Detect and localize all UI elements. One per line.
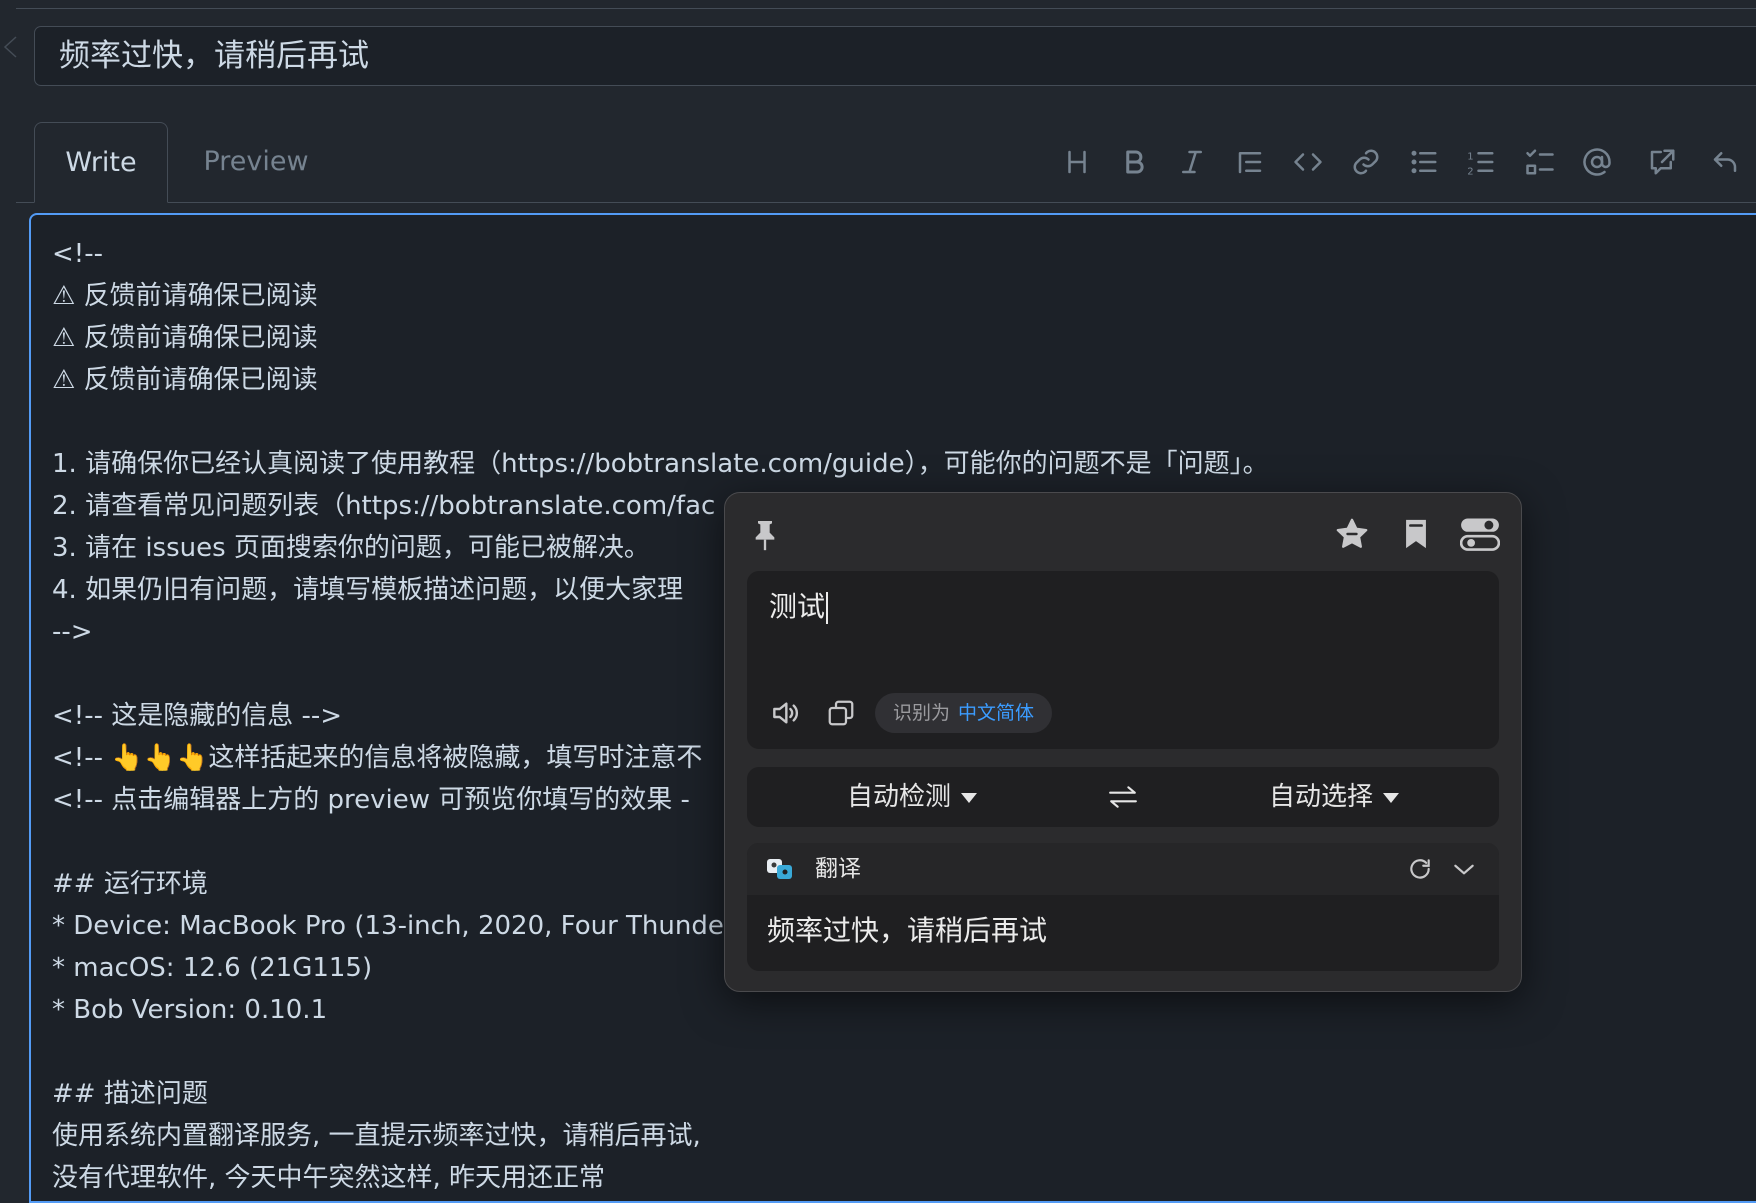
editor-line: 1. 请确保你已经认真阅读了使用教程（https://bobtranslate.…	[52, 449, 1269, 479]
refresh-icon[interactable]	[1403, 853, 1437, 885]
tab-write[interactable]: Write	[34, 122, 168, 203]
editor-line: ## 描述问题	[52, 1079, 208, 1109]
editor-line: ⚠ 反馈前请确保已阅读	[52, 365, 318, 395]
task-list-icon[interactable]	[1521, 142, 1559, 182]
toggle-settings-icon[interactable]	[1455, 511, 1505, 557]
chevron-down-icon[interactable]	[1447, 853, 1481, 885]
svg-text:2: 2	[1467, 167, 1473, 178]
editor-line: * Bob Version: 0.10.1	[52, 995, 328, 1025]
source-text: 测试	[769, 587, 829, 627]
svg-text:1: 1	[1467, 152, 1473, 163]
star-icon[interactable]	[1329, 511, 1375, 557]
editor-line: 使用系统内置翻译服务, 一直提示频率过快，请稍后再试,	[52, 1121, 701, 1151]
bulleted-list-icon[interactable]	[1405, 142, 1443, 182]
target-language-select[interactable]: 自动选择	[1269, 767, 1400, 827]
reply-icon[interactable]	[1706, 142, 1744, 182]
detected-language-badge[interactable]: 识别为 中文简体	[875, 693, 1053, 733]
editor-line: ⚠ 反馈前请确保已阅读	[52, 281, 318, 311]
copy-icon[interactable]	[821, 691, 861, 735]
mention-icon[interactable]	[1578, 142, 1616, 182]
service-name: 翻译	[815, 856, 861, 882]
bookmark-icon[interactable]	[1393, 511, 1439, 557]
translate-service-icon	[765, 855, 795, 883]
detected-prefix: 识别为	[893, 702, 951, 724]
quote-icon[interactable]	[1231, 142, 1269, 182]
heading-icon[interactable]	[1058, 142, 1096, 182]
result-header: 翻译	[747, 843, 1499, 895]
editor-line: <!--	[52, 239, 103, 269]
speaker-icon[interactable]	[765, 691, 805, 735]
dropdown-arrow-icon	[1383, 792, 1400, 803]
source-language-select[interactable]: 自动检测	[847, 767, 978, 827]
timeline-caret-icon	[3, 36, 17, 58]
cross-reference-icon[interactable]	[1643, 142, 1681, 182]
translation-result-text: 频率过快，请稍后再试	[767, 914, 1048, 947]
code-icon[interactable]	[1289, 142, 1327, 182]
editor-line: ⚠ 反馈前请确保已阅读	[52, 323, 318, 353]
tab-preview[interactable]: Preview	[186, 122, 326, 202]
swap-languages-icon[interactable]	[1097, 777, 1149, 817]
pin-icon[interactable]	[745, 513, 785, 557]
italic-icon[interactable]	[1173, 142, 1211, 182]
issue-title-input[interactable]: 频率过快，请稍后再试	[34, 26, 1756, 86]
bold-icon[interactable]	[1115, 142, 1153, 182]
dropdown-arrow-icon	[961, 792, 978, 803]
language-selector-row: 自动检测 自动选择	[747, 767, 1499, 827]
link-icon[interactable]	[1347, 142, 1385, 182]
editor-line: 没有代理软件, 今天中午突然这样, 昨天用还正常	[52, 1163, 606, 1193]
page-top-border	[16, 0, 1756, 9]
source-text-area[interactable]: 测试 识别为 中文简体	[747, 571, 1499, 749]
numbered-list-icon[interactable]: 12	[1462, 142, 1500, 182]
detected-language: 中文简体	[958, 702, 1035, 724]
translator-popup: 测试 识别为 中文简体 自动检测 自动选择 翻译 频率过快，请稍后再试	[724, 492, 1522, 992]
translation-result-panel: 翻译 频率过快，请稍后再试	[747, 843, 1499, 971]
